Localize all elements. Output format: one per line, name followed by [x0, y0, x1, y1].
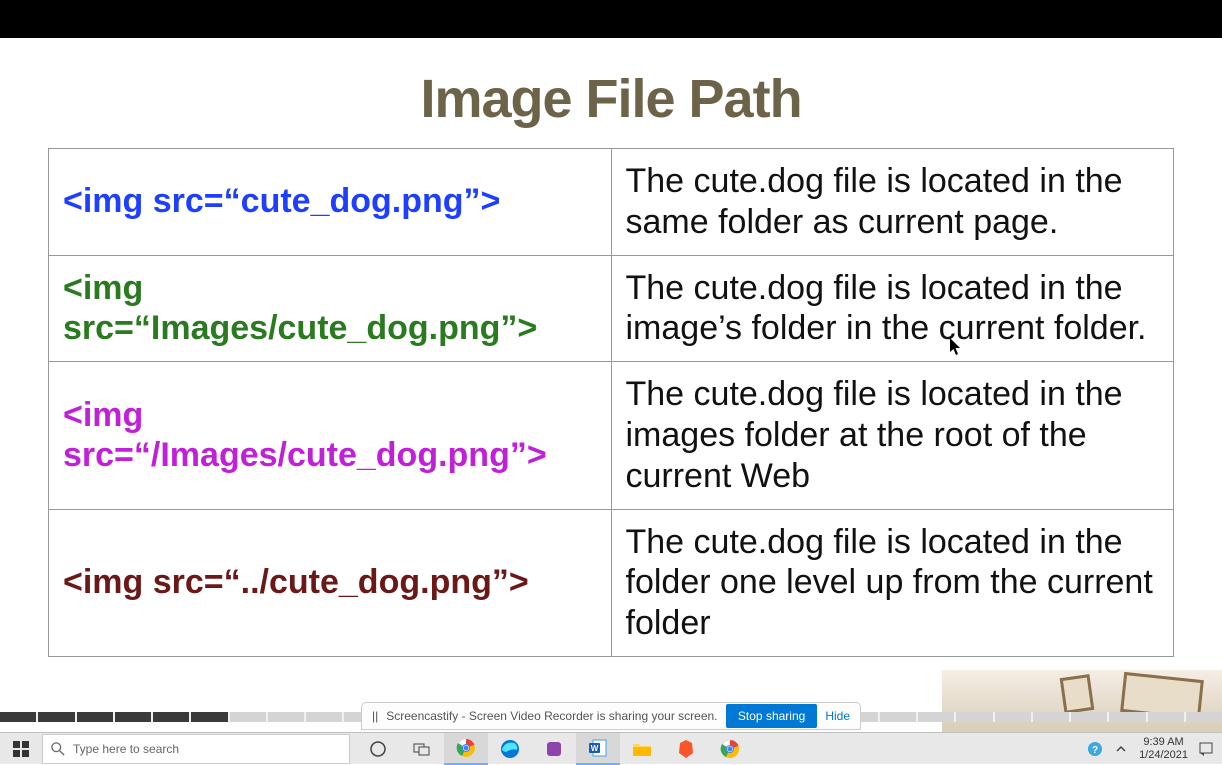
screen-share-notice: || Screencastify - Screen Video Recorder… [361, 702, 861, 730]
svg-text:?: ? [1092, 745, 1098, 756]
table-row: <img src=“/Images/cute_dog.png”> The cut… [49, 362, 1174, 509]
webcam-overlay [942, 670, 1222, 732]
desc-cell: The cute.dog file is located in the same… [611, 149, 1174, 256]
picture-frame-icon [1060, 674, 1095, 714]
time-text: 9:39 AM [1139, 736, 1188, 748]
code-cell: <img src=“cute_dog.png”> [49, 149, 612, 256]
taskbar-pinned: W [356, 733, 752, 764]
clock[interactable]: 9:39 AM 1/24/2021 [1139, 736, 1188, 760]
search-placeholder: Type here to search [73, 742, 179, 756]
pause-icon[interactable]: || [372, 709, 378, 723]
cursor-icon [950, 338, 964, 361]
stop-sharing-button[interactable]: Stop sharing [726, 704, 817, 728]
word-icon[interactable]: W [576, 733, 620, 765]
hide-button[interactable]: Hide [825, 709, 850, 723]
code-cell: <img src=“../cute_dog.png”> [49, 509, 612, 656]
slide-content: Image File Path <img src=“cute_dog.png”>… [0, 38, 1222, 657]
edge-icon[interactable] [488, 733, 532, 765]
windows-taskbar[interactable]: Type here to search W ? 9:39 AM 1/24/202… [0, 732, 1222, 764]
app-icon[interactable] [532, 733, 576, 765]
table-row: <img src=“../cute_dog.png”> The cute.dog… [49, 509, 1174, 656]
notifications-icon[interactable] [1198, 741, 1214, 757]
system-tray[interactable]: ? 9:39 AM 1/24/2021 [1087, 733, 1222, 764]
svg-text:W: W [591, 744, 599, 753]
chrome-icon[interactable] [444, 733, 488, 765]
windows-icon [13, 741, 29, 757]
date-text: 1/24/2021 [1139, 749, 1188, 761]
desc-cell: The cute.dog file is located in the fold… [611, 509, 1174, 656]
start-button[interactable] [0, 733, 42, 765]
desc-cell: The cute.dog file is located in the imag… [611, 255, 1174, 362]
table-row: <img src=“cute_dog.png”> The cute.dog fi… [49, 149, 1174, 256]
slide-title: Image File Path [48, 68, 1174, 130]
task-view-icon[interactable] [400, 733, 444, 765]
code-cell: <img src=“Images/cute_dog.png”> [49, 255, 612, 362]
desc-cell: The cute.dog file is located in the imag… [611, 362, 1174, 509]
taskbar-search[interactable]: Type here to search [42, 734, 350, 764]
chrome-icon[interactable] [708, 733, 752, 765]
search-icon [51, 742, 65, 756]
brave-icon[interactable] [664, 733, 708, 765]
cortana-icon[interactable] [356, 733, 400, 765]
file-explorer-icon[interactable] [620, 733, 664, 765]
video-black-bar [0, 0, 1222, 38]
table-row: <img src=“Images/cute_dog.png”> The cute… [49, 255, 1174, 362]
code-cell: <img src=“/Images/cute_dog.png”> [49, 362, 612, 509]
help-icon[interactable]: ? [1087, 741, 1103, 757]
share-message: Screencastify - Screen Video Recorder is… [386, 709, 718, 723]
path-table: <img src=“cute_dog.png”> The cute.dog fi… [48, 148, 1174, 657]
tray-chevron-icon[interactable] [1113, 741, 1129, 757]
